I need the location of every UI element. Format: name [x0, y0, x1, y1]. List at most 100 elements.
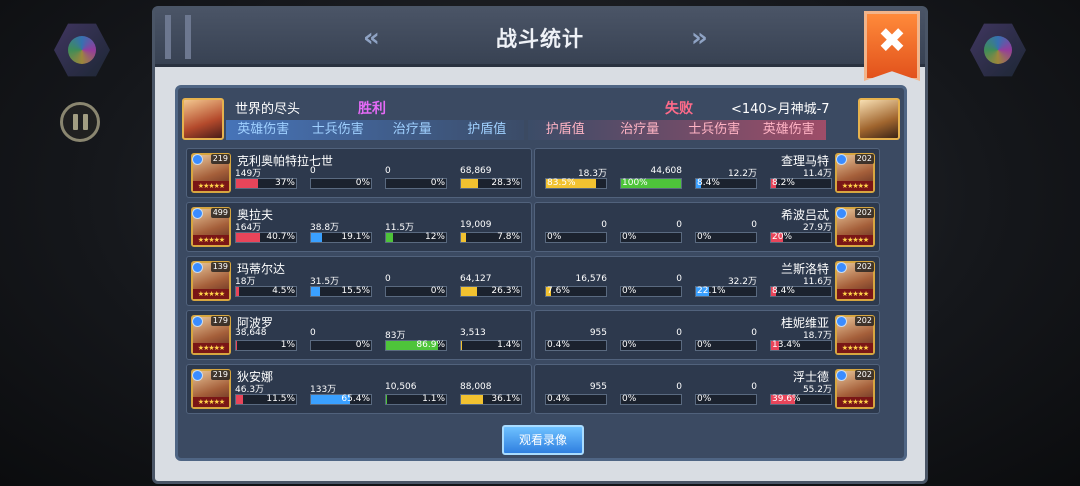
- left-team-result: 胜利: [358, 101, 386, 117]
- stat-shield: 3,513 1.4%: [460, 328, 522, 356]
- column-header: 士兵伤害: [311, 122, 364, 137]
- stat-value: 0: [601, 220, 607, 230]
- pause-button[interactable]: [60, 102, 100, 142]
- stat-soldier-damage: 31.5万 15.5%: [310, 274, 372, 302]
- stat-hero-damage: 164万 40.7%: [235, 220, 297, 248]
- stat-percent: 8.2%: [772, 178, 795, 188]
- watch-replay-button[interactable]: 观看录像: [502, 425, 584, 455]
- rank-icon: [192, 316, 203, 327]
- hero-avatar[interactable]: 179 ★★★★★: [191, 315, 231, 355]
- stat-bar: 15.5%: [310, 286, 372, 297]
- right-team-result: 失败: [665, 101, 693, 117]
- hero-avatar[interactable]: 202 ★★★★★: [835, 261, 875, 301]
- next-arrow-button[interactable]: »: [691, 25, 708, 51]
- stat-healing: 0 0%: [385, 166, 447, 194]
- rank-icon: [192, 370, 203, 381]
- left-emblem-icon: [54, 23, 110, 77]
- stat-shield: 88,008 36.1%: [460, 382, 522, 410]
- right-column-headers: 护盾值 治疗量 士兵伤害 英雄伤害: [528, 120, 826, 140]
- stat-bar: 0%: [310, 340, 372, 351]
- column-header: 英雄伤害: [237, 122, 290, 137]
- stat-soldier-damage: 32.2万 22.1%: [695, 274, 757, 302]
- stat-bar-fill: [461, 179, 478, 188]
- stat-hero-damage: 11.6万 8.4%: [770, 274, 832, 302]
- stat-percent: 1.4%: [497, 340, 520, 350]
- hero-level: 139: [210, 262, 230, 272]
- stat-percent: 40.7%: [266, 232, 295, 242]
- stats-panel: 世界的尽头 胜利 失败 <140>月神城-7 英雄伤害 士兵伤害 治疗量 护盾值…: [175, 85, 907, 461]
- stat-bar: 0%: [545, 232, 607, 243]
- hero-avatar[interactable]: 202 ★★★★★: [835, 315, 875, 355]
- stat-shield: 16,576 7.6%: [545, 274, 607, 302]
- stat-percent: 36.1%: [491, 394, 520, 404]
- stat-percent: 0%: [430, 178, 445, 188]
- stat-bar: 11.5%: [235, 394, 297, 405]
- stat-bar: 0%: [695, 340, 757, 351]
- stat-bar: 26.3%: [460, 286, 522, 297]
- hero-avatar[interactable]: 202 ★★★★★: [835, 153, 875, 193]
- stat-percent: 39.6%: [772, 394, 801, 404]
- right-team-name: <140>月神城-7: [731, 102, 830, 117]
- hero-avatar[interactable]: 499 ★★★★★: [191, 207, 231, 247]
- right-hero-row: 202 ★★★★★ 希波吕忒 0 0% 0 0% 0 0% 27.9万 20%: [534, 202, 880, 252]
- stat-percent: 0%: [355, 178, 370, 188]
- stat-percent: 0%: [622, 340, 637, 350]
- left-team-portrait: [182, 98, 224, 140]
- stat-bar-fill: [461, 395, 483, 404]
- star-rating-icon: ★★★★★: [193, 235, 229, 245]
- stat-percent: 37%: [274, 178, 295, 188]
- hero-level: 219: [210, 370, 230, 380]
- rank-icon: [836, 370, 847, 381]
- left-hero-row: 179 ★★★★★ 阿波罗 38,648 1% 0 0% 83万 86.9% 3,513 1.4%: [186, 310, 532, 360]
- stat-bar: 65.4%: [310, 394, 372, 405]
- stat-bar: 19.1%: [310, 232, 372, 243]
- stat-value: 44,608: [650, 166, 683, 176]
- stat-percent: 4.5%: [272, 286, 295, 296]
- hero-level: 202: [854, 262, 874, 272]
- hero-avatar[interactable]: 202 ★★★★★: [835, 369, 875, 409]
- stat-bar-fill: [386, 395, 387, 404]
- stat-hero-damage: 11.4万 8.2%: [770, 166, 832, 194]
- star-rating-icon: ★★★★★: [837, 181, 873, 191]
- stat-bar-fill: [461, 287, 477, 296]
- stat-bar: 0%: [310, 178, 372, 189]
- stat-value: 68,869: [460, 166, 492, 176]
- left-hero-row: 219 ★★★★★ 狄安娜 46.3万 11.5% 133万 65.4% 10,506 1.1%…: [186, 364, 532, 414]
- stat-hero-damage: 38,648 1%: [235, 328, 297, 356]
- stat-bar: 8.2%: [770, 178, 832, 189]
- hero-avatar[interactable]: 202 ★★★★★: [835, 207, 875, 247]
- stat-bar: 0.4%: [545, 394, 607, 405]
- stat-percent: 0%: [697, 340, 712, 350]
- stat-percent: 8.4%: [697, 178, 720, 188]
- hero-level: 499: [210, 208, 230, 218]
- stat-bar: 4.5%: [235, 286, 297, 297]
- stat-value: 64,127: [460, 274, 492, 284]
- stat-soldier-damage: 0 0%: [695, 328, 757, 356]
- stat-bar: 22.1%: [695, 286, 757, 297]
- stat-percent: 1%: [280, 340, 295, 350]
- stat-bar: 100%: [620, 178, 682, 189]
- stat-bar-fill: [311, 287, 320, 296]
- stat-percent: 20%: [772, 232, 793, 242]
- stat-bar: 28.3%: [460, 178, 522, 189]
- stat-shield: 955 0.4%: [545, 382, 607, 410]
- stat-hero-damage: 46.3万 11.5%: [235, 382, 297, 410]
- right-hero-row: 202 ★★★★★ 浮士德 955 0.4% 0 0% 0 0% 55.2万 39.6%: [534, 364, 880, 414]
- stat-bar: 7.6%: [545, 286, 607, 297]
- stat-percent: 86.9%: [416, 340, 445, 350]
- stat-shield: 19,009 7.8%: [460, 220, 522, 248]
- stat-bar: 36.1%: [460, 394, 522, 405]
- stat-bar: 0%: [385, 286, 447, 297]
- stat-bar-fill: [236, 179, 258, 188]
- stat-shield: 64,127 26.3%: [460, 274, 522, 302]
- hero-avatar[interactable]: 139 ★★★★★: [191, 261, 231, 301]
- stat-value: 3,513: [460, 328, 486, 338]
- pause-icon-bar: [82, 114, 88, 130]
- rank-icon: [836, 154, 847, 165]
- stat-healing: 44,608 100%: [620, 166, 682, 194]
- close-button[interactable]: ✖: [864, 11, 920, 81]
- stat-healing: 0 0%: [620, 382, 682, 410]
- stat-value: 0: [385, 274, 391, 284]
- hero-avatar[interactable]: 219 ★★★★★: [191, 153, 231, 193]
- hero-avatar[interactable]: 219 ★★★★★: [191, 369, 231, 409]
